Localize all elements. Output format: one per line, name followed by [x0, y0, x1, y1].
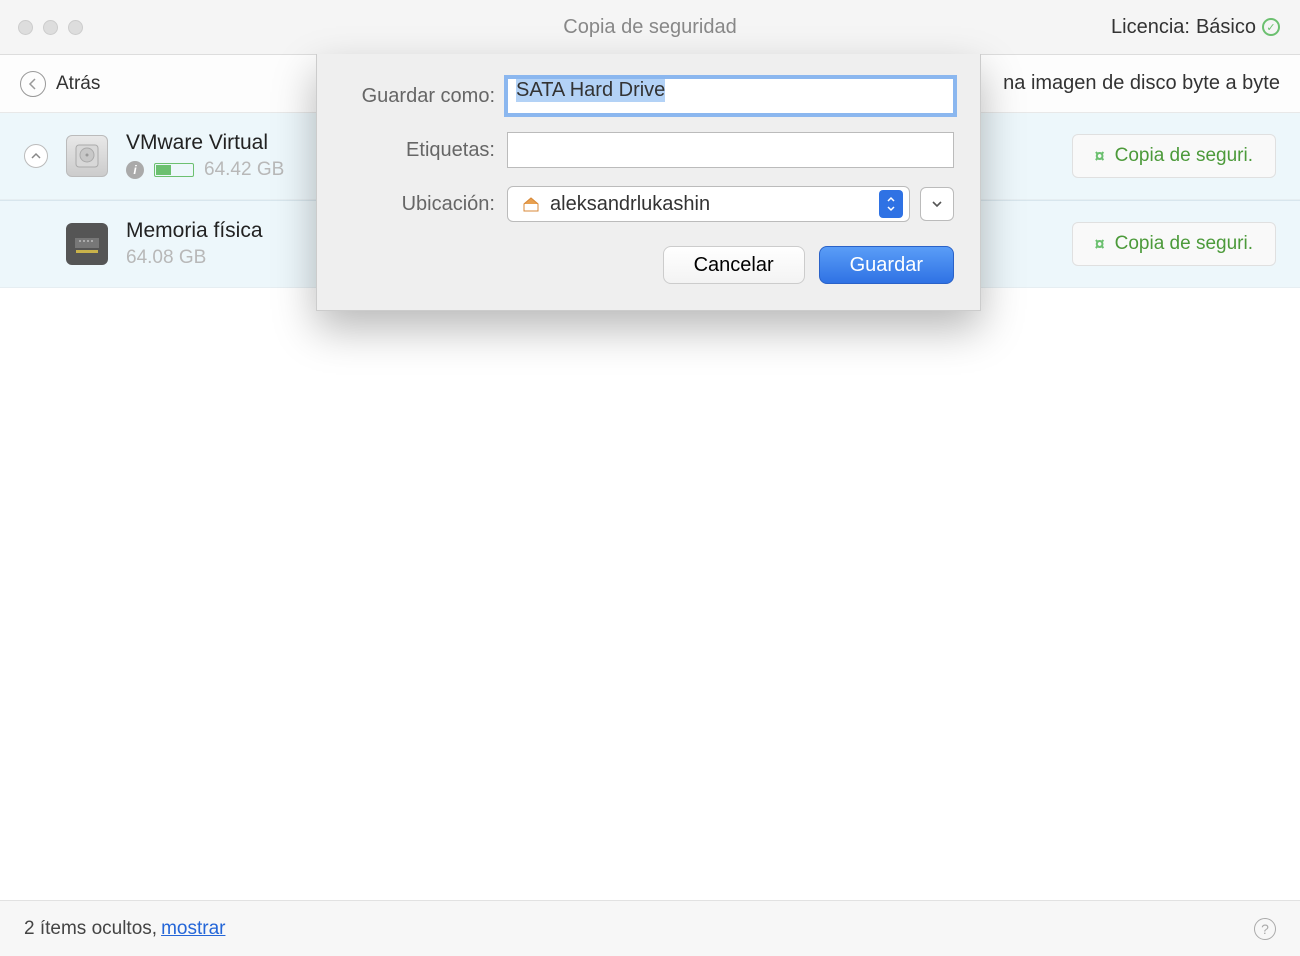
back-button[interactable]: Atrás	[20, 71, 100, 97]
status-bar: 2 ítems ocultos, mostrar ?	[0, 900, 1300, 956]
disk-info: Memoria física 64.08 GB	[126, 219, 263, 269]
battery-icon	[154, 163, 194, 177]
window-title: Copia de seguridad	[563, 16, 736, 39]
backup-button[interactable]: ¤ Copia de seguri.	[1072, 222, 1276, 266]
toolbar-right-label: na imagen de disco byte a byte	[1003, 72, 1280, 95]
disk-size: 64.42 GB	[204, 159, 284, 181]
info-icon[interactable]: i	[126, 161, 144, 179]
backup-label: Copia de seguri.	[1115, 145, 1253, 167]
save-as-value: SATA Hard Drive	[516, 78, 665, 102]
home-icon	[522, 196, 540, 212]
tags-label: Etiquetas:	[343, 139, 507, 162]
spacer	[24, 232, 48, 256]
hidden-items-text: 2 ítems ocultos,	[24, 918, 157, 940]
expand-location-button[interactable]	[920, 187, 954, 221]
memory-chip-icon	[66, 223, 108, 265]
lifesaver-icon: ¤	[1095, 146, 1105, 167]
zoom-window-button[interactable]	[68, 20, 83, 35]
collapse-toggle[interactable]	[24, 144, 48, 168]
lifesaver-icon: ¤	[1095, 234, 1105, 255]
cancel-button[interactable]: Cancelar	[663, 246, 805, 284]
hard-drive-icon	[66, 135, 108, 177]
save-as-input[interactable]: SATA Hard Drive	[507, 78, 954, 114]
location-value: aleksandrlukashin	[550, 193, 869, 216]
chevron-down-icon	[931, 200, 943, 208]
close-window-button[interactable]	[18, 20, 33, 35]
disk-size: 64.08 GB	[126, 247, 206, 269]
save-as-row: Guardar como: SATA Hard Drive	[343, 78, 954, 114]
disk-subtitle: 64.08 GB	[126, 247, 263, 269]
up-down-stepper-icon	[879, 190, 903, 218]
save-dialog: Guardar como: SATA Hard Drive Etiquetas:…	[316, 54, 981, 311]
check-icon: ✓	[1262, 18, 1280, 36]
traffic-lights	[0, 20, 83, 35]
back-label: Atrás	[56, 73, 100, 95]
main-empty-area	[0, 288, 1300, 868]
disk-title: Memoria física	[126, 219, 263, 243]
tags-row: Etiquetas:	[343, 132, 954, 168]
save-as-label: Guardar como:	[343, 85, 507, 108]
location-row: Ubicación: aleksandrlukashin	[343, 186, 954, 222]
disk-info: VMware Virtual i 64.42 GB	[126, 131, 284, 181]
chevron-left-icon	[20, 71, 46, 97]
disk-subtitle: i 64.42 GB	[126, 159, 284, 181]
backup-label: Copia de seguri.	[1115, 233, 1253, 255]
license-prefix: Licencia:	[1111, 16, 1190, 39]
show-hidden-link[interactable]: mostrar	[161, 918, 225, 940]
minimize-window-button[interactable]	[43, 20, 58, 35]
license-indicator[interactable]: Licencia: Básico ✓	[1111, 16, 1300, 39]
tags-input[interactable]	[507, 132, 954, 168]
backup-button[interactable]: ¤ Copia de seguri.	[1072, 134, 1276, 178]
license-level: Básico	[1196, 16, 1256, 39]
dialog-buttons: Cancelar Guardar	[343, 246, 954, 284]
disk-title: VMware Virtual	[126, 131, 284, 155]
help-icon[interactable]: ?	[1254, 918, 1276, 940]
location-label: Ubicación:	[343, 193, 507, 216]
save-button[interactable]: Guardar	[819, 246, 954, 284]
titlebar: Copia de seguridad Licencia: Básico ✓	[0, 0, 1300, 55]
location-select[interactable]: aleksandrlukashin	[507, 186, 910, 222]
